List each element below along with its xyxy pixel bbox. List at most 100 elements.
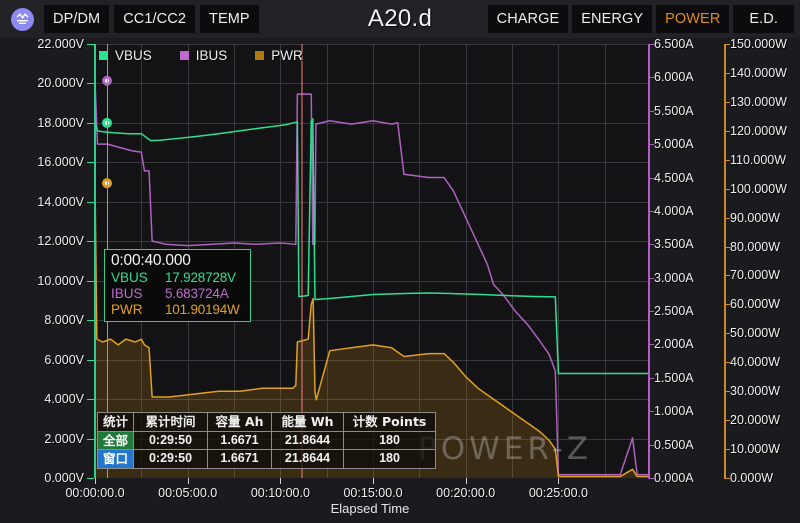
tab-dp-dm[interactable]: DP/DM — [44, 5, 110, 33]
axis-tick-label-pwr: 0.000W — [730, 471, 774, 485]
axis-tick-label-vbus: 16.000V — [37, 155, 84, 170]
axis-tick-mark — [648, 478, 654, 479]
table-header-row: 统计 累计时间 容量 Ah 能量 Wh 计数 Points — [96, 412, 437, 432]
axis-tick-label-pwr: 110.000W — [730, 152, 787, 167]
axis-tick-mark — [724, 130, 730, 132]
axis-tick-mark — [648, 411, 654, 413]
trace-vbus — [95, 118, 648, 375]
axis-tick-label-vbus: 18.000V — [37, 115, 84, 130]
cell-win-elapsed: 0:29:50 — [133, 449, 209, 469]
x-axis-tick-mark — [280, 478, 282, 484]
cell-all-energy: 21.8644 — [271, 430, 345, 451]
legend-label-ibus: IBUS — [195, 48, 228, 63]
right-tab-group: CHARGE ENERGY POWER E.D. — [487, 5, 794, 33]
axis-tick-label-pwr: 10.000W — [730, 442, 781, 457]
axis-tick-label-ibus: 5.000A — [654, 137, 694, 152]
cell-win-energy: 21.8644 — [271, 449, 345, 469]
statistics-table: 统计 累计时间 容量 Ah 能量 Wh 计数 Points 全部 0:29:50… — [96, 412, 437, 469]
legend-item-ibus[interactable]: IBUS — [179, 48, 228, 63]
x-axis-tick-mark — [558, 478, 560, 484]
tab-temp[interactable]: TEMP — [199, 5, 259, 33]
row-tag-window[interactable]: 窗口 — [96, 449, 135, 469]
axis-tick-label-vbus: 14.000V — [37, 194, 84, 209]
axis-tick-label-ibus: 5.500A — [654, 103, 694, 118]
axis-tick-label-vbus: 6.000V — [44, 352, 84, 367]
axis-tick-mark — [648, 344, 654, 346]
legend-item-vbus[interactable]: VBUS — [99, 48, 152, 63]
axis-tick-label-pwr: 130.000W — [730, 94, 787, 109]
axis-tick-mark — [724, 188, 730, 190]
tooltip-row-pwr: PWR 101.90194W — [111, 302, 245, 318]
tooltip-value-vbus: 17.928728V — [165, 270, 236, 286]
axis-tick-mark — [648, 177, 654, 179]
x-axis-tick-mark — [465, 478, 467, 484]
top-toolbar: DP/DM CC1/CC2 TEMP CHARGE ENERGY POWER E… — [0, 0, 800, 38]
axis-tick-label-ibus: 2.000A — [654, 337, 694, 352]
axis-tick-label-pwr: 150.000W — [730, 37, 787, 51]
vbus-axis-spine — [94, 44, 96, 478]
axis-tick-label-pwr: 40.000W — [730, 355, 781, 370]
axis-tick-mark — [724, 391, 730, 393]
cursor-tooltip: 0:00:40.000 VBUS 17.928728V IBUS 5.68372… — [104, 249, 251, 323]
x-axis-tick-label: 00:20:00.0 — [436, 486, 496, 500]
axis-tick-label-pwr: 30.000W — [730, 384, 781, 399]
power-meter-icon — [10, 7, 34, 31]
axis-tick-mark — [724, 275, 730, 277]
axis-tick-label-ibus: 1.000A — [654, 404, 694, 419]
tooltip-key-pwr: PWR — [111, 302, 143, 318]
axis-tick-label-ibus: 4.000A — [654, 203, 694, 218]
tooltip-key-ibus: IBUS — [111, 286, 143, 302]
axis-tick-mark — [724, 44, 730, 45]
axis-tick-mark — [724, 159, 730, 161]
tab-ed[interactable]: E.D. — [733, 5, 794, 33]
axis-tick-mark — [648, 377, 654, 379]
axis-tick-mark — [724, 101, 730, 103]
legend-item-pwr[interactable]: PWR — [255, 48, 303, 63]
tooltip-row-ibus: IBUS 5.683724A — [111, 286, 245, 302]
axis-tick-mark — [87, 478, 94, 479]
axis-tick-label-pwr: 120.000W — [730, 123, 787, 138]
axis-tick-label-vbus: 20.000V — [37, 76, 84, 91]
legend-swatch-vbus — [99, 51, 108, 60]
cell-win-points: 180 — [343, 449, 437, 469]
axis-tick-label-pwr: 80.000W — [730, 239, 781, 254]
axis-tick-mark — [87, 241, 94, 243]
axis-tick-mark — [648, 277, 654, 279]
axis-tick-label-ibus: 3.500A — [654, 237, 694, 252]
tab-cc1-cc2[interactable]: CC1/CC2 — [114, 5, 195, 33]
row-tag-all[interactable]: 全部 — [96, 430, 135, 451]
col-header-elapsed: 累计时间 — [133, 412, 209, 432]
x-axis-tick-mark — [95, 478, 96, 484]
axis-tick-mark — [648, 444, 654, 446]
table-row: 窗口 0:29:50 1.6671 21.8644 180 — [96, 449, 437, 469]
axis-tick-label-ibus: 2.500A — [654, 304, 694, 319]
tab-power[interactable]: POWER — [656, 5, 730, 33]
x-axis-tick-mark — [187, 478, 189, 484]
axis-tick-mark — [87, 122, 94, 124]
axis-tick-label-pwr: 70.000W — [730, 268, 781, 283]
col-header-stat: 统计 — [96, 412, 135, 432]
table-row: 全部 0:29:50 1.6671 21.8644 180 — [96, 430, 437, 451]
axis-tick-label-vbus: 10.000V — [37, 273, 84, 288]
axis-tick-mark — [724, 478, 730, 479]
axis-tick-mark — [87, 44, 94, 45]
axis-tick-mark — [87, 438, 94, 440]
tooltip-row-vbus: VBUS 17.928728V — [111, 270, 245, 286]
app-logo — [0, 0, 44, 38]
tab-charge[interactable]: CHARGE — [487, 5, 569, 33]
axis-tick-label-ibus: 1.500A — [654, 370, 694, 385]
axis-tick-label-pwr: 140.000W — [730, 65, 787, 80]
axis-tick-label-pwr: 100.000W — [730, 181, 787, 196]
axis-tick-mark — [87, 320, 94, 322]
axis-tick-mark — [724, 72, 730, 74]
ibus-axis-spine — [648, 44, 650, 478]
tooltip-time: 0:00:40.000 — [111, 252, 191, 269]
axis-tick-label-ibus: 6.500A — [654, 37, 694, 51]
axis-tick-label-pwr: 60.000W — [730, 297, 781, 312]
axis-tick-label-vbus: 4.000V — [44, 392, 84, 407]
tooltip-key-vbus: VBUS — [111, 270, 148, 286]
tab-energy[interactable]: ENERGY — [572, 5, 653, 33]
x-axis-tick-label: 00:25:00.0 — [528, 486, 588, 500]
axis-tick-mark — [724, 333, 730, 335]
x-axis-tick-label: 00:05:00.0 — [158, 486, 218, 500]
